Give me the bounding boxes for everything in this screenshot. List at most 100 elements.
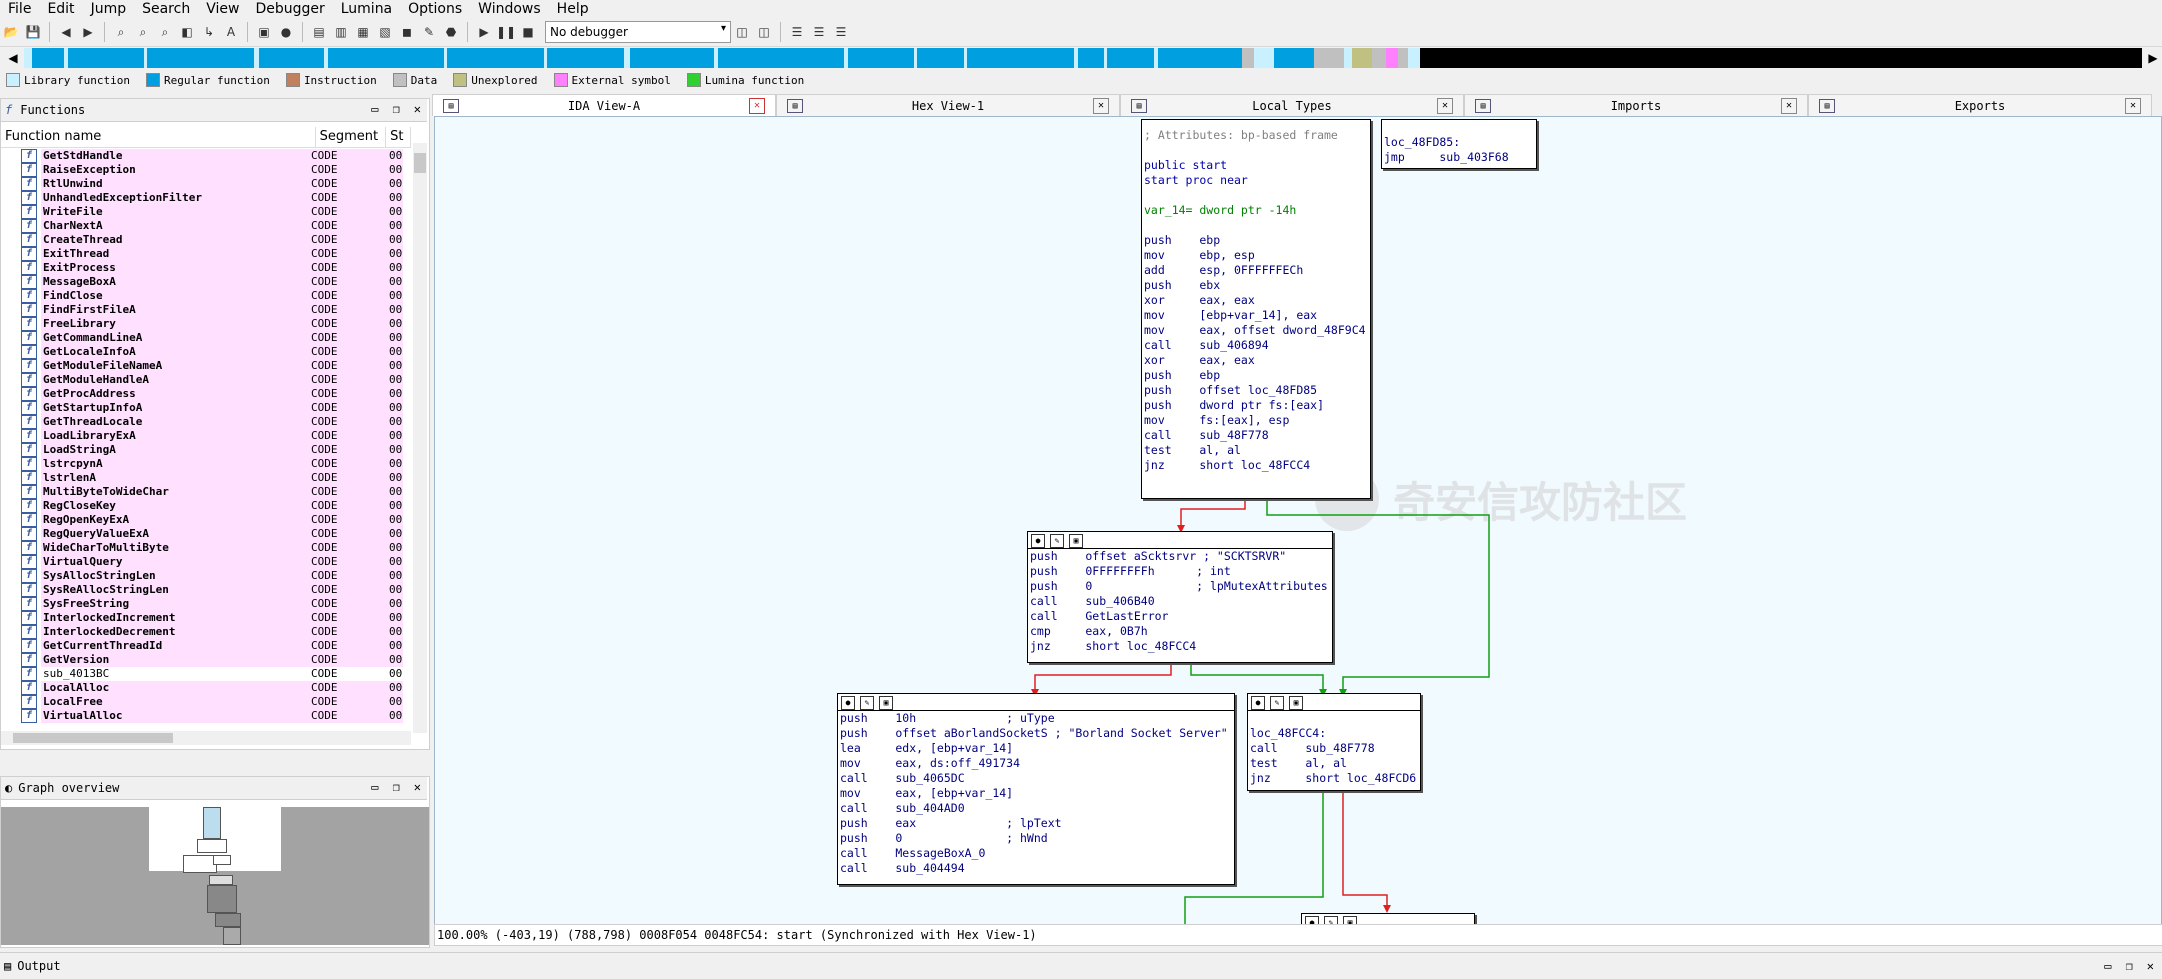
function-row[interactable]: f SysFreeString CODE 00 bbox=[1, 597, 411, 611]
nav-right-arrow-icon[interactable]: ▶ bbox=[2144, 48, 2162, 68]
rename-node-icon[interactable]: ✎ bbox=[1270, 696, 1284, 710]
run-icon[interactable]: ● bbox=[277, 23, 295, 41]
tab-imports[interactable]: ▤ Imports ✕ bbox=[1464, 94, 1808, 116]
asm-line[interactable] bbox=[1142, 188, 1370, 203]
asm-line[interactable]: call sub_406B40 bbox=[1028, 594, 1332, 609]
function-row[interactable]: f RtlUnwind CODE 00 bbox=[1, 177, 411, 191]
asm-line[interactable]: var_14= dword ptr -14h bbox=[1142, 203, 1370, 218]
close-icon[interactable]: ✕ bbox=[1093, 98, 1109, 114]
asm-line[interactable]: jnz short loc_48FCC4 bbox=[1142, 458, 1370, 473]
menu-jump[interactable]: Jump bbox=[83, 0, 135, 18]
close-icon[interactable]: ✕ bbox=[1781, 98, 1797, 114]
asm-line[interactable]: jmp sub_403F68 bbox=[1382, 150, 1536, 165]
function-row[interactable]: f RegCloseKey CODE 00 bbox=[1, 499, 411, 513]
binary-search-icon[interactable]: ⌕ bbox=[112, 23, 130, 41]
asm-line[interactable]: loc_48FCC4: bbox=[1248, 726, 1420, 741]
menu-search[interactable]: Search bbox=[134, 0, 198, 18]
function-row[interactable]: f InterlockedDecrement CODE 00 bbox=[1, 625, 411, 639]
tab-local-types[interactable]: ▤ Local Types ✕ bbox=[1120, 94, 1464, 116]
function-row[interactable]: f GetCurrentThreadId CODE 00 bbox=[1, 639, 411, 653]
asm-line[interactable]: push ebp bbox=[1142, 368, 1370, 383]
debug-option-icon[interactable]: ◫ bbox=[755, 23, 773, 41]
function-row[interactable]: f GetModuleFileNameA CODE 00 bbox=[1, 359, 411, 373]
function-row[interactable]: f LoadLibraryExA CODE 00 bbox=[1, 429, 411, 443]
pause-icon[interactable]: ❚❚ bbox=[496, 23, 516, 41]
asm-line[interactable]: call sub_48F778 bbox=[1142, 428, 1370, 443]
list-icon[interactable]: ☰ bbox=[788, 23, 806, 41]
color-node-icon[interactable]: ● bbox=[1251, 696, 1265, 710]
back-icon[interactable]: ◀ bbox=[57, 23, 75, 41]
save-icon[interactable]: 💾 bbox=[24, 23, 42, 41]
close-icon[interactable]: ✕ bbox=[2147, 959, 2154, 973]
menu-windows[interactable]: Windows bbox=[470, 0, 549, 18]
menu-edit[interactable]: Edit bbox=[39, 0, 82, 18]
column-function-name[interactable]: Function name bbox=[1, 127, 316, 147]
function-row[interactable]: f CharNextA CODE 00 bbox=[1, 219, 411, 233]
asm-line[interactable]: push ebp bbox=[1142, 233, 1370, 248]
color-node-icon[interactable]: ● bbox=[841, 696, 855, 710]
ida-graph-view[interactable]: 奇安信攻防社区 ; Attributes: bp-based frame publ… bbox=[434, 116, 2162, 926]
asm-line[interactable] bbox=[1142, 143, 1370, 158]
asm-line[interactable]: jnz short loc_48FCC4 bbox=[1028, 639, 1332, 654]
function-row[interactable]: f GetCommandLineA CODE 00 bbox=[1, 331, 411, 345]
function-row[interactable]: f RaiseException CODE 00 bbox=[1, 163, 411, 177]
group-node-icon[interactable]: ▣ bbox=[1069, 534, 1083, 548]
function-row[interactable]: f MessageBoxA CODE 00 bbox=[1, 275, 411, 289]
function-row[interactable]: f InterlockedIncrement CODE 00 bbox=[1, 611, 411, 625]
function-row[interactable]: f UnhandledExceptionFilter CODE 00 bbox=[1, 191, 411, 205]
menu-debugger[interactable]: Debugger bbox=[247, 0, 332, 18]
graph-node-mutex[interactable]: ● ✎ ▣ push offset aScktsrvr ; "SCKTSRVR" pu… bbox=[1027, 531, 1333, 663]
function-row[interactable]: f GetLocaleInfoA CODE 00 bbox=[1, 345, 411, 359]
asm-line[interactable]: call GetLastError bbox=[1028, 609, 1332, 624]
asm-line[interactable]: push 0FFFFFFFFh ; int bbox=[1028, 564, 1332, 579]
asm-line[interactable]: mov [ebp+var_14], eax bbox=[1142, 308, 1370, 323]
function-row[interactable]: f lstrlenA CODE 00 bbox=[1, 471, 411, 485]
menu-help[interactable]: Help bbox=[549, 0, 597, 18]
close-icon[interactable]: ✕ bbox=[749, 98, 765, 114]
float-icon[interactable]: ▭ bbox=[371, 780, 378, 794]
asm-line[interactable]: mov eax, offset dword_48F9C4 bbox=[1142, 323, 1370, 338]
function-row[interactable]: f WideCharToMultiByte CODE 00 bbox=[1, 541, 411, 555]
asm-line[interactable]: xor eax, eax bbox=[1142, 353, 1370, 368]
restore-icon[interactable]: ❐ bbox=[2126, 959, 2133, 973]
nav-left-arrow-icon[interactable]: ◀ bbox=[4, 48, 22, 68]
float-icon[interactable]: ▭ bbox=[371, 102, 378, 116]
function-row[interactable]: f ExitThread CODE 00 bbox=[1, 247, 411, 261]
menu-lumina[interactable]: Lumina bbox=[333, 0, 400, 18]
play-icon[interactable]: ▶ bbox=[475, 23, 493, 41]
asm-line[interactable]: push offset aScktsrvr ; "SCKTSRVR" bbox=[1028, 549, 1332, 564]
asm-line[interactable]: mov eax, [ebp+var_14] bbox=[838, 786, 1234, 801]
menu-options[interactable]: Options bbox=[400, 0, 470, 18]
close-icon[interactable]: ✕ bbox=[2125, 98, 2141, 114]
tab-hex-view-1[interactable]: ▤ Hex View-1 ✕ bbox=[776, 94, 1120, 116]
navigation-band[interactable] bbox=[24, 48, 2142, 68]
function-row[interactable]: f sub_4013BC CODE 00 bbox=[1, 667, 411, 681]
menu-file[interactable]: File bbox=[0, 0, 39, 18]
asm-line[interactable]: call sub_48F778 bbox=[1248, 741, 1420, 756]
function-row[interactable]: f LocalAlloc CODE 00 bbox=[1, 681, 411, 695]
asm-line[interactable]: call sub_4065DC bbox=[838, 771, 1234, 786]
asm-line[interactable]: call MessageBoxA_0 bbox=[838, 846, 1234, 861]
asm-line[interactable]: cmp eax, 0B7h bbox=[1028, 624, 1332, 639]
asm-line[interactable]: call sub_406894 bbox=[1142, 338, 1370, 353]
menu-view[interactable]: View bbox=[198, 0, 247, 18]
graph-node-messagebox[interactable]: ● ✎ ▣ push 10h ; uType push offset aBorland… bbox=[837, 693, 1235, 885]
stop-icon[interactable]: ■ bbox=[519, 23, 537, 41]
function-row[interactable]: f ExitProcess CODE 00 bbox=[1, 261, 411, 275]
function-row[interactable]: f GetStartupInfoA CODE 00 bbox=[1, 401, 411, 415]
asm-line[interactable]: start proc near bbox=[1142, 173, 1370, 188]
immediate-search-icon[interactable]: ⌕ bbox=[156, 23, 174, 41]
function-row[interactable]: f SysAllocStringLen CODE 00 bbox=[1, 569, 411, 583]
group-node-icon[interactable]: ▣ bbox=[879, 696, 893, 710]
function-row[interactable]: f CreateThread CODE 00 bbox=[1, 233, 411, 247]
list-icon[interactable]: ☰ bbox=[832, 23, 850, 41]
asm-line[interactable]: call sub_404AD0 bbox=[838, 801, 1234, 816]
asm-line[interactable]: push eax ; lpText bbox=[838, 816, 1234, 831]
asm-line[interactable]: ; Attributes: bp-based frame bbox=[1142, 128, 1370, 143]
close-icon[interactable]: ✕ bbox=[414, 780, 421, 794]
asm-line[interactable]: xor eax, eax bbox=[1142, 293, 1370, 308]
asm-line[interactable]: push 0 ; hWnd bbox=[838, 831, 1234, 846]
rename-node-icon[interactable]: ✎ bbox=[860, 696, 874, 710]
function-row[interactable]: f SysReAllocStringLen CODE 00 bbox=[1, 583, 411, 597]
names-icon[interactable]: ▦ bbox=[354, 23, 372, 41]
